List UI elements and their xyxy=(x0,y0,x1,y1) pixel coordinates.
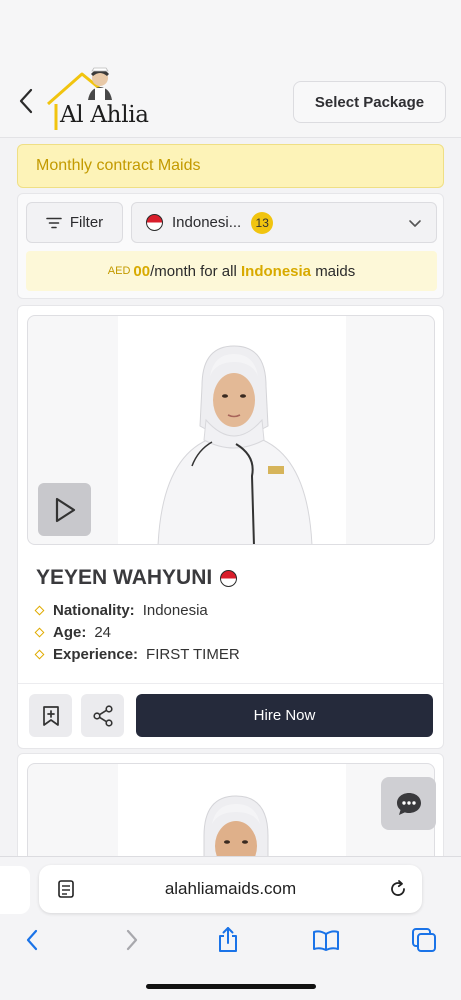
filter-lines-icon xyxy=(46,217,62,228)
diamond-bullet-icon xyxy=(34,605,45,616)
maid-name-text: YEYEN WAHYUNI xyxy=(36,566,213,589)
price-amount: 00 xyxy=(133,262,151,280)
home-indicator xyxy=(146,984,316,989)
share-maid-button[interactable] xyxy=(81,694,124,737)
share-icon xyxy=(92,704,113,727)
back-button[interactable] xyxy=(14,84,38,118)
maid-card[interactable]: YEYEN WAHYUNI Nationality: Indonesia Age… xyxy=(17,305,444,749)
filter-label: Filter xyxy=(69,214,104,231)
browser-forward-button[interactable] xyxy=(117,925,147,955)
detail-age: Age: 24 xyxy=(34,624,112,641)
diamond-bullet-icon xyxy=(34,627,45,638)
price-text: /month for all xyxy=(150,262,237,280)
browser-back-button[interactable] xyxy=(17,925,47,955)
detail-experience: Experience: FIRST TIMER xyxy=(34,646,240,663)
chevron-left-icon xyxy=(19,88,33,114)
reader-page-icon xyxy=(58,880,74,898)
chat-bubble-icon xyxy=(396,792,421,815)
logo-text: Al Ahlia xyxy=(60,102,149,128)
card-divider xyxy=(18,683,443,684)
chat-button[interactable] xyxy=(381,777,436,830)
chevron-left-icon xyxy=(26,929,38,951)
address-bar[interactable]: alahliamaids.com xyxy=(39,865,422,913)
share-up-icon xyxy=(219,927,237,952)
diamond-bullet-icon xyxy=(34,649,45,660)
nationality-value: Indonesi... xyxy=(172,214,242,231)
price-nationality: Indonesia xyxy=(241,262,312,280)
hire-now-button[interactable]: Hire Now xyxy=(136,694,433,737)
save-maid-button[interactable] xyxy=(29,694,72,737)
play-video-button[interactable] xyxy=(38,483,91,536)
indonesia-flag-icon xyxy=(220,569,238,587)
nationality-select[interactable]: Indonesi... 13 xyxy=(131,202,437,243)
price-info-bar: AED 00 /month for all Indonesia maids xyxy=(26,251,437,291)
app-header: Al Ahlia Select Package xyxy=(0,0,461,138)
chevron-right-icon xyxy=(126,929,138,951)
detail-label: Experience: xyxy=(53,646,139,663)
select-package-button[interactable]: Select Package xyxy=(293,81,446,123)
url-text: alahliamaids.com xyxy=(164,879,297,898)
browser-share-button[interactable] xyxy=(213,925,243,955)
browser-tabs-button[interactable] xyxy=(409,925,439,955)
indonesia-flag-icon xyxy=(146,214,163,231)
maid-photo[interactable] xyxy=(27,315,435,545)
browser-bookmarks-button[interactable] xyxy=(311,925,341,955)
reload-icon[interactable] xyxy=(388,879,408,899)
maid-name: YEYEN WAHYUNI xyxy=(36,566,238,590)
photo-background xyxy=(118,316,346,544)
tabs-icon xyxy=(412,928,436,952)
price-suffix: maids xyxy=(315,262,356,280)
detail-value: Indonesia xyxy=(142,602,208,619)
maid-card[interactable] xyxy=(17,753,444,873)
detail-nationality: Nationality: Indonesia xyxy=(34,602,208,619)
price-currency: AED xyxy=(107,265,131,277)
book-icon xyxy=(313,930,339,951)
chevron-down-icon xyxy=(409,220,421,227)
maid-portrait-image xyxy=(157,345,313,544)
detail-value: 24 xyxy=(94,624,112,641)
detail-value: FIRST TIMER xyxy=(146,646,240,663)
detail-label: Nationality: xyxy=(53,602,135,619)
detail-label: Age: xyxy=(53,624,87,641)
filter-panel: Filter Indonesi... 13 AED 00 /month for … xyxy=(17,193,444,299)
bookmark-plus-icon xyxy=(42,705,59,726)
play-icon xyxy=(55,497,75,522)
contract-type-banner: Monthly contract Maids xyxy=(17,144,444,188)
nationality-count-badge: 13 xyxy=(251,211,274,234)
filter-button[interactable]: Filter xyxy=(26,202,123,243)
previous-tab-peek[interactable] xyxy=(0,866,30,914)
